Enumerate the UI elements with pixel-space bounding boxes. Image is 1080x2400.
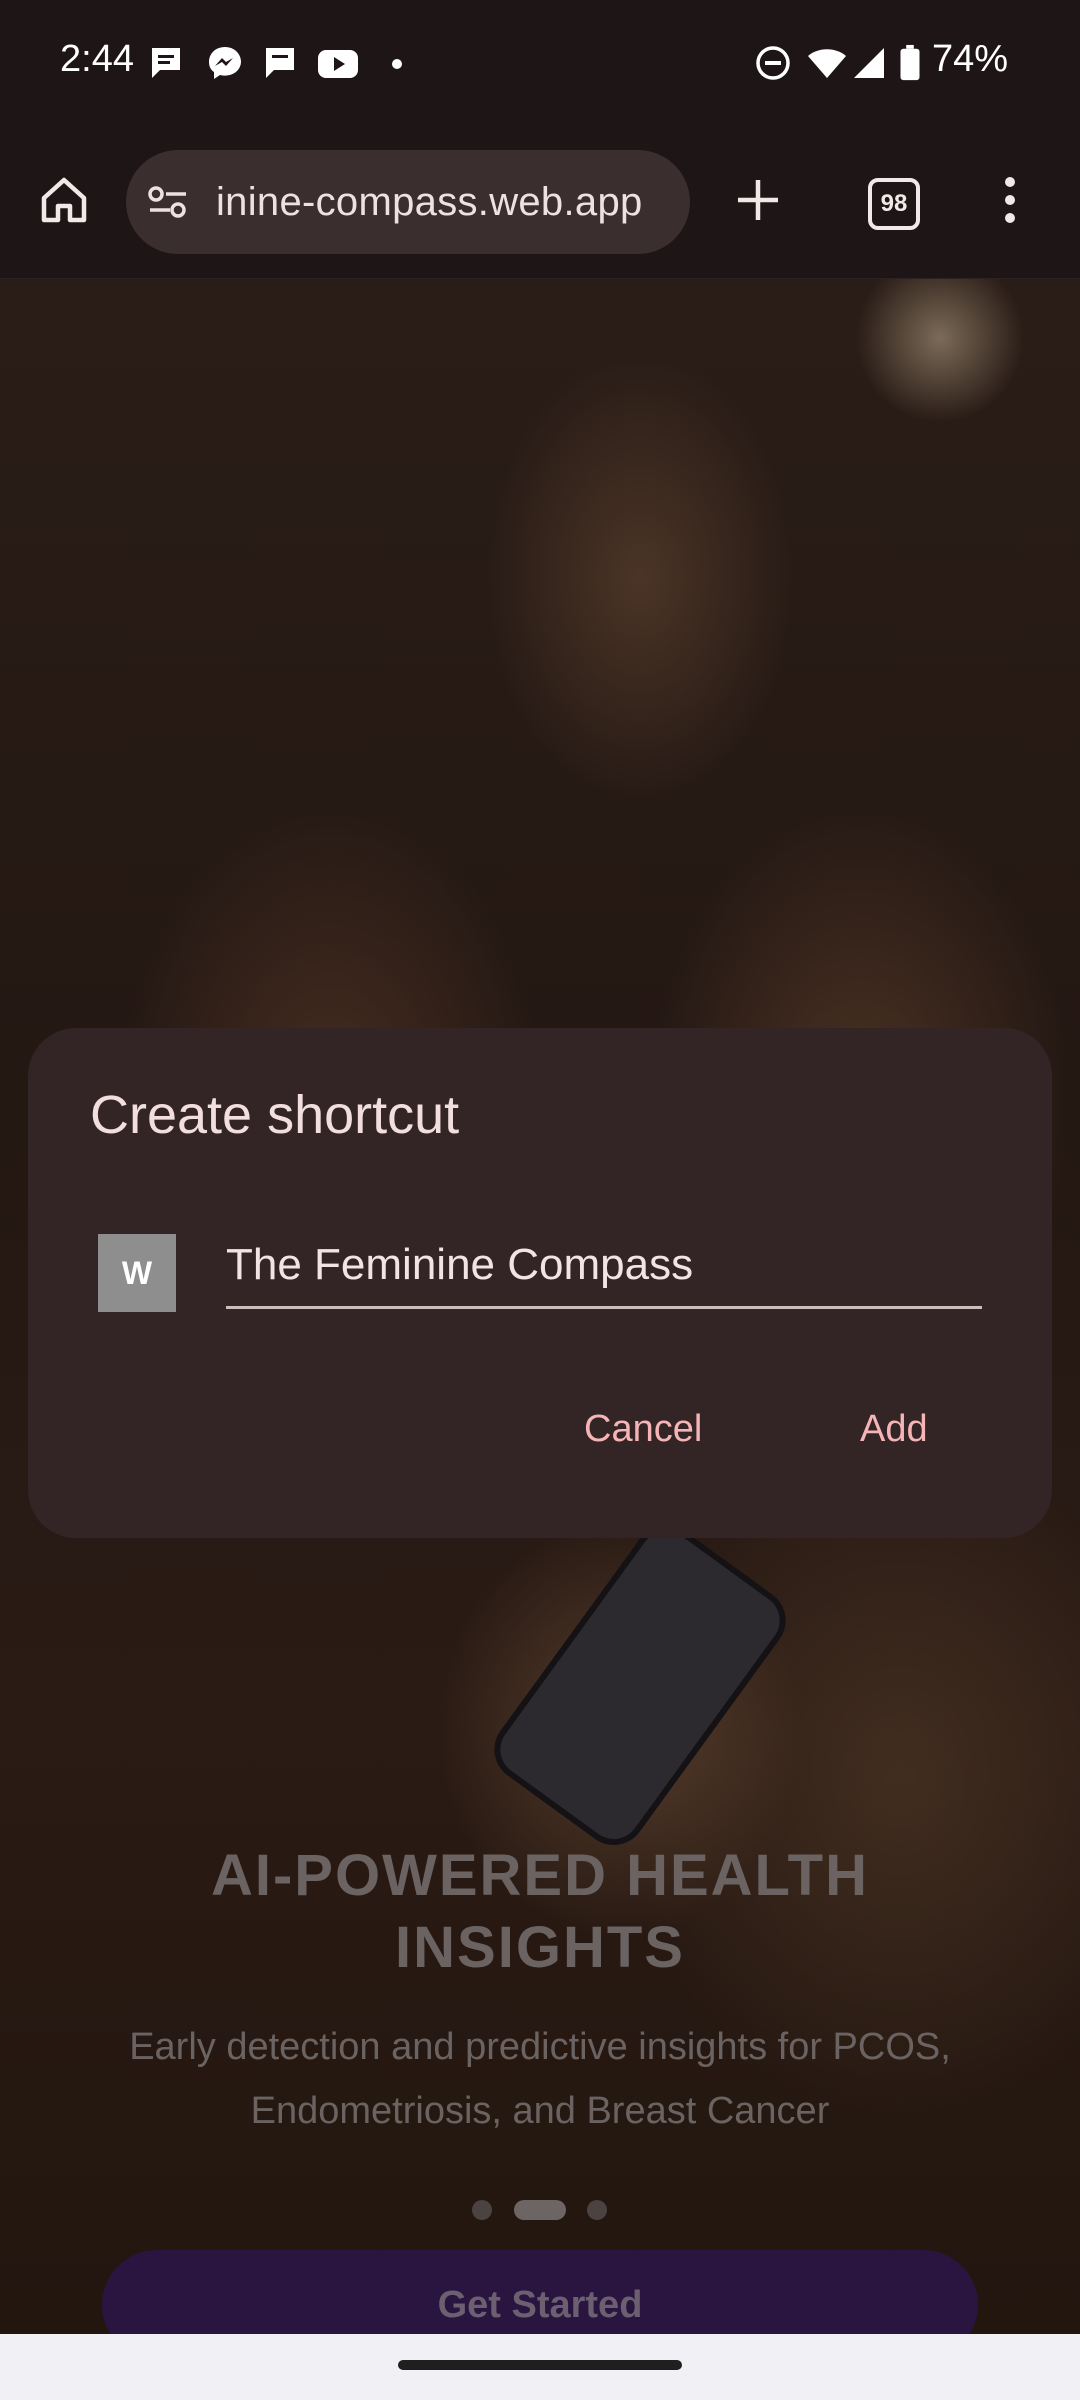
more-icon [1005,177,1015,223]
add-button[interactable]: Add [860,1394,928,1464]
battery-percentage: 74% [932,38,1009,80]
chat-icon [266,48,294,78]
new-tab-button[interactable] [718,160,798,240]
home-button[interactable] [24,160,104,240]
new-tab-icon [738,180,778,220]
gesture-handle[interactable] [398,2360,682,2370]
home-icon [41,177,87,223]
status-bar: 2:44 74% [0,0,1080,130]
messenger-icon [209,47,241,79]
address-bar[interactable]: inine-compass.web.app [126,150,690,254]
hero-subtitle-line2: Endometriosis, and Breast Cancer [250,2090,830,2132]
carousel-dot[interactable] [587,2200,607,2220]
cancel-button[interactable]: Cancel [584,1394,702,1464]
create-shortcut-dialog: Create shortcut W Cancel Add [28,1028,1052,1538]
site-settings-icon [148,186,186,218]
shortcut-name-input[interactable] [226,1224,982,1309]
signal-icon [854,48,884,78]
system-navigation-bar [0,2334,1080,2400]
url-text: inine-compass.web.app [216,180,643,224]
site-settings-button[interactable] [138,172,198,232]
tab-switcher-button[interactable]: 98 [868,178,920,230]
status-time: 2:44 [60,38,134,80]
dot-icon [392,59,402,69]
hero-subtitle: Early detection and predictive insights … [60,2015,1020,2143]
shortcut-app-icon: W [98,1234,176,1312]
dialog-title: Create shortcut [90,1085,460,1145]
more-menu-button[interactable] [980,160,1040,240]
carousel-dot-active[interactable] [514,2200,566,2220]
wifi-icon [808,49,846,78]
youtube-icon [318,50,358,78]
hero-subtitle-line1: Early detection and predictive insights … [129,2026,951,2068]
hero-title-line2: INSIGHTS [395,1915,685,1980]
dnd-icon [756,46,790,80]
hero-title-line1: AI-POWERED HEALTH [210,1843,869,1908]
hero-title: AI-POWERED HEALTH INSIGHTS [0,1840,1080,1984]
browser-toolbar: inine-compass.web.app 98 [0,130,1080,279]
carousel-dot[interactable] [472,2200,492,2220]
battery-icon [900,44,920,81]
chat-icon [152,48,180,78]
